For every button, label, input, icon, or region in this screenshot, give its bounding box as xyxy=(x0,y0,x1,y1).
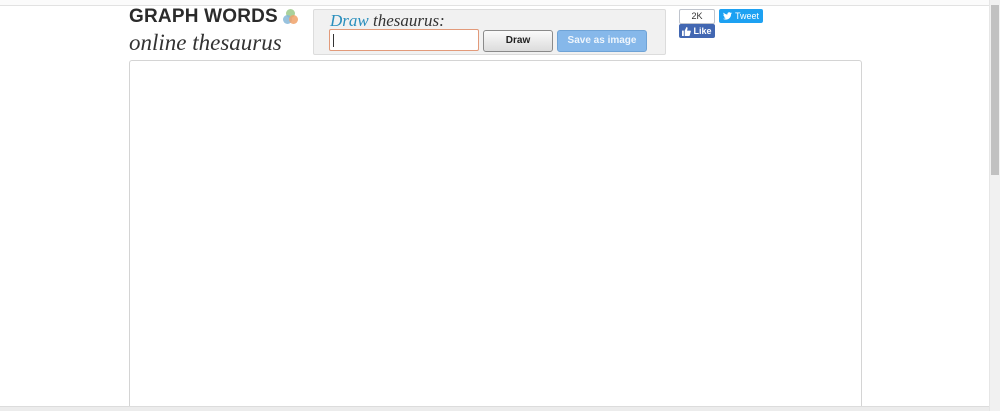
tweet-label: Tweet xyxy=(734,11,759,21)
logo[interactable]: GRAPH WORDS online thesaurus xyxy=(129,6,299,57)
page: GRAPH WORDS online thesaurus Draw thesau… xyxy=(0,0,1000,411)
tweet-button[interactable]: Tweet xyxy=(719,9,763,23)
logo-title: GRAPH WORDS xyxy=(129,6,278,27)
three-circles-logo-icon xyxy=(282,9,299,25)
facebook-like-count: 2K xyxy=(679,9,715,24)
search-label-accent: Draw xyxy=(330,11,369,30)
search-label: Draw thesaurus: xyxy=(330,11,445,31)
horizontal-scrollbar[interactable] xyxy=(0,406,990,411)
thumbs-up-icon xyxy=(682,26,692,36)
scrollbar-thumb[interactable] xyxy=(991,5,999,175)
twitter-bird-icon xyxy=(722,12,732,20)
word-input[interactable] xyxy=(329,29,479,51)
save-as-image-button[interactable]: Save as image xyxy=(557,30,647,52)
graph-canvas[interactable] xyxy=(129,60,862,411)
logo-subtitle: online thesaurus xyxy=(129,30,282,55)
search-panel: Draw thesaurus: Draw Save as image xyxy=(313,9,666,55)
search-label-rest: thesaurus: xyxy=(368,11,445,30)
facebook-like-button[interactable]: Like xyxy=(679,24,715,38)
logo-title-row: GRAPH WORDS xyxy=(129,6,299,28)
draw-button[interactable]: Draw xyxy=(483,30,553,52)
facebook-like-label: Like xyxy=(693,26,712,36)
vertical-scrollbar[interactable] xyxy=(989,0,1000,411)
text-caret xyxy=(333,34,334,47)
